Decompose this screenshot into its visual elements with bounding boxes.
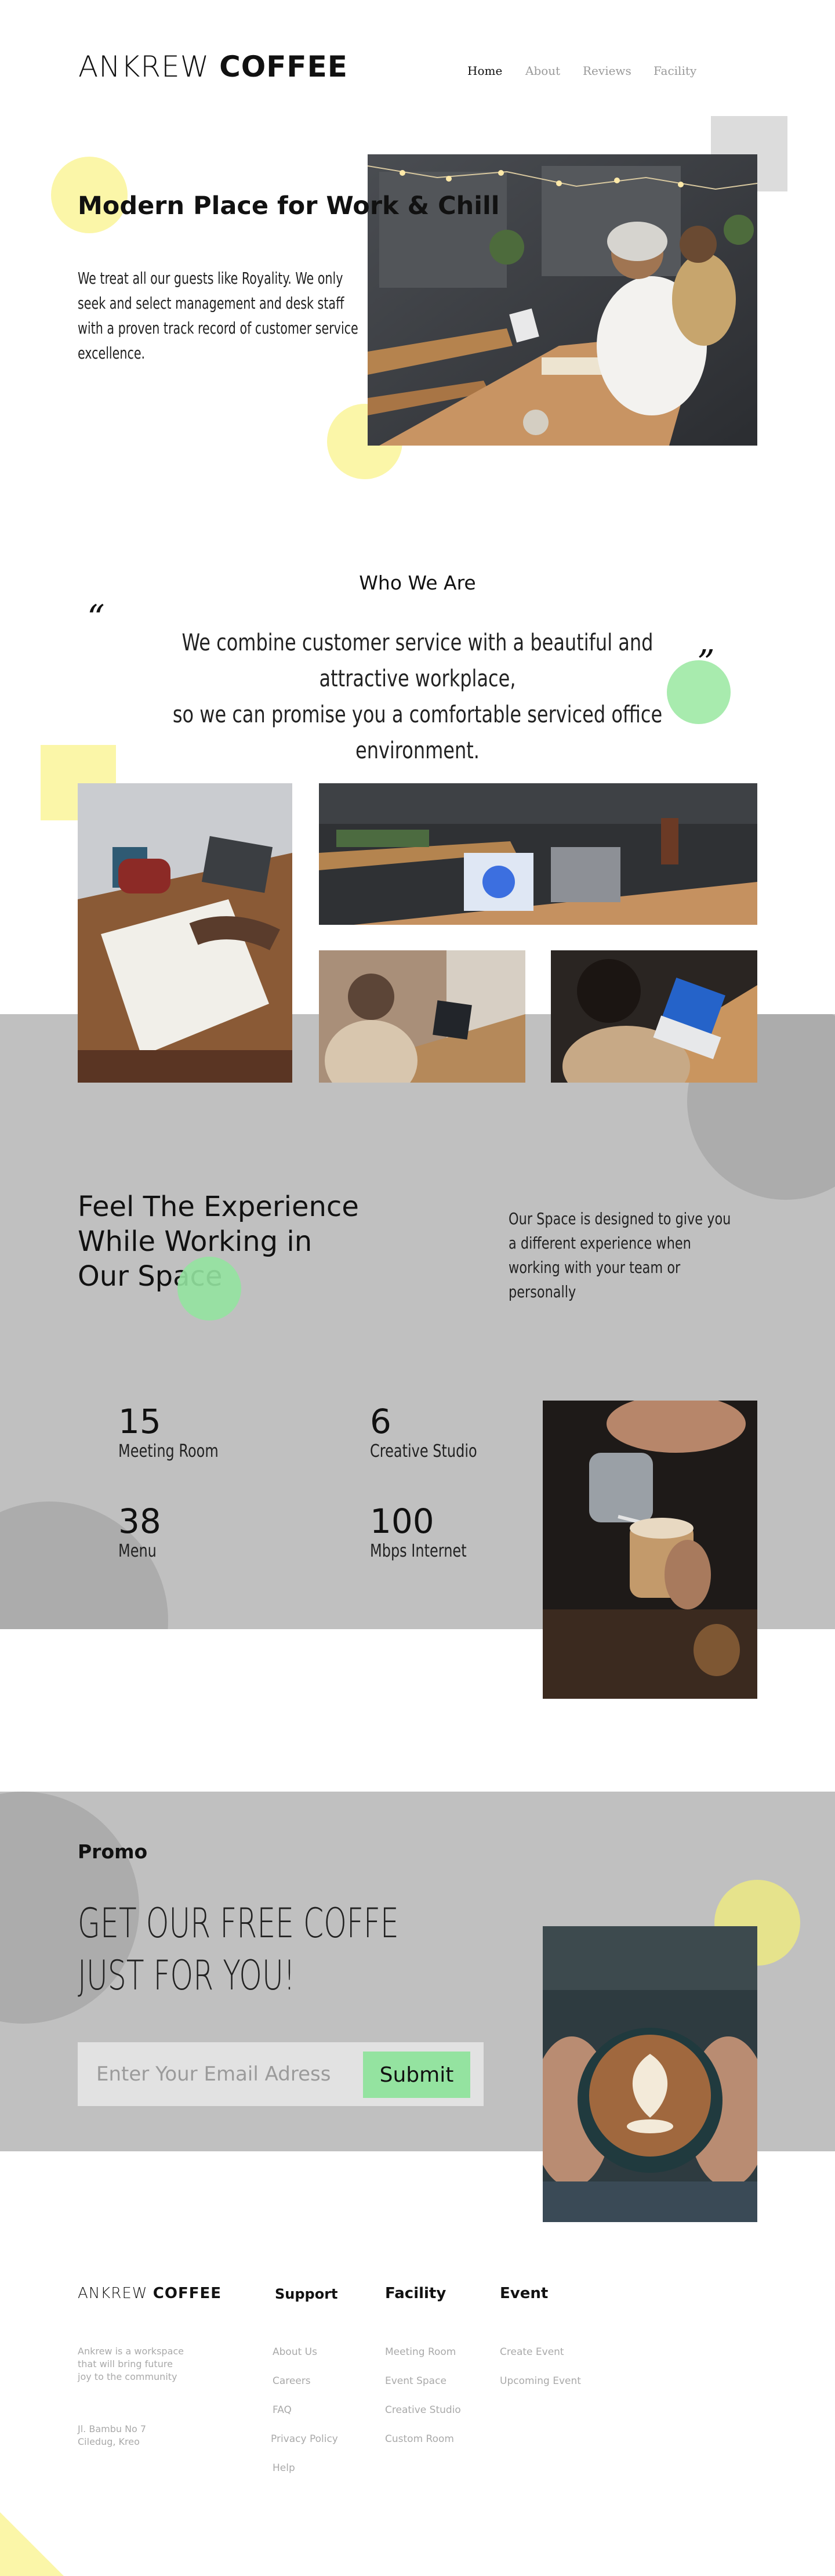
footer-link-careers[interactable]: Careers: [273, 2375, 311, 2387]
gallery-image-2: [319, 783, 757, 925]
footer-facility-title: Facility: [385, 2285, 446, 2302]
quote-line-1: We combine customer service with a beaut…: [181, 629, 654, 692]
drawing-desk-illustration: [78, 783, 292, 1083]
footer-address: Jl. Bambu No 7 Ciledug, Kreo: [78, 2423, 146, 2448]
section-title-who-we-are: Who We Are: [359, 571, 476, 594]
stat-value: 15: [118, 1402, 161, 1441]
nav-facility[interactable]: Facility: [654, 64, 696, 78]
man-laptop-illustration: [319, 950, 525, 1083]
footer-link-help[interactable]: Help: [273, 2462, 295, 2474]
footer-logo[interactable]: ANKREW COFFEE: [78, 2285, 222, 2302]
close-quote-mark: ”: [697, 643, 715, 683]
decor-green-circle-feel: [177, 1257, 241, 1320]
nav-about[interactable]: About: [525, 64, 560, 78]
footer-link-privacy-policy[interactable]: Privacy Policy: [271, 2433, 338, 2445]
footer-link-meeting-room[interactable]: Meeting Room: [385, 2346, 456, 2358]
quote-line-2: so we can promise you a comfortable serv…: [172, 701, 663, 764]
stat-value: 6: [370, 1402, 391, 1441]
gallery-image-3: [319, 950, 525, 1083]
feel-title-line-2: While Working in: [78, 1225, 313, 1258]
footer-event-title: Event: [500, 2285, 549, 2302]
stat-value: 38: [118, 1502, 161, 1541]
stat-value: 100: [370, 1502, 434, 1541]
footer-logo-bold: COFFEE: [153, 2285, 222, 2302]
gallery-image-1: [78, 783, 292, 1083]
laptops-illustration: [319, 783, 757, 925]
stat-menu: 38 Menu: [118, 1502, 166, 1561]
footer-link-custom-room[interactable]: Custom Room: [385, 2433, 454, 2445]
submit-button[interactable]: Submit: [363, 2052, 470, 2098]
promo-title: GET OUR FREE COFFE JUST FOR YOU!: [78, 1897, 399, 2002]
email-subscribe-form: Submit: [78, 2042, 484, 2106]
woman-tablet-illustration: [551, 950, 757, 1083]
barista-illustration: [543, 1401, 757, 1699]
feel-title-line-1: Feel The Experience: [78, 1191, 359, 1223]
logo-light-text: ANKREW: [78, 50, 210, 84]
footer-link-creative-studio[interactable]: Creative Studio: [385, 2404, 461, 2416]
logo-bold-text: COFFEE: [219, 50, 348, 84]
footer-address-line-1: Jl. Bambu No 7: [78, 2423, 147, 2434]
stat-internet: 100 Mbps Internet: [370, 1502, 491, 1561]
hero-description: We treat all our guests like Royality. W…: [78, 269, 358, 363]
nav-reviews[interactable]: Reviews: [583, 64, 631, 78]
email-input[interactable]: [96, 2058, 351, 2090]
stat-label: Mbps Internet: [370, 1541, 467, 1561]
footer-about: Ankrew is a workspace that will bring fu…: [78, 2345, 184, 2383]
hero-title: Modern Place for Work & Chill: [78, 191, 500, 220]
stat-label: Meeting Room: [118, 1441, 219, 1461]
nav-home[interactable]: Home: [467, 64, 502, 78]
stat-label: Creative Studio: [370, 1441, 477, 1461]
footer-link-create-event[interactable]: Create Event: [500, 2346, 564, 2358]
logo[interactable]: ANKREW COFFEE: [78, 50, 348, 84]
footer-link-about-us[interactable]: About Us: [273, 2346, 317, 2358]
gallery-image-4: [551, 950, 757, 1083]
mission-quote: We combine customer service with a beaut…: [153, 625, 682, 769]
stat-creative-studio: 6 Creative Studio: [370, 1402, 504, 1461]
footer-about-line-1: Ankrew is a workspace: [78, 2346, 184, 2357]
footer-link-upcoming-event[interactable]: Upcoming Event: [500, 2375, 581, 2387]
decor-yellow-corner-triangle: [0, 2512, 64, 2576]
footer-about-line-3: joy to the community: [78, 2371, 177, 2382]
latte-illustration: [543, 1926, 757, 2222]
latte-image: [543, 1926, 757, 2222]
footer-about-line-2: that will bring future: [78, 2358, 173, 2369]
footer-link-faq[interactable]: FAQ: [273, 2404, 292, 2416]
footer-support-title: Support: [275, 2286, 338, 2302]
promo-title-line-2: JUST FOR YOU!: [78, 1952, 296, 1999]
open-quote-mark: “: [87, 598, 105, 638]
promo-title-line-1: GET OUR FREE COFFE: [78, 1900, 399, 1947]
footer-link-event-space[interactable]: Event Space: [385, 2375, 446, 2387]
footer-address-line-2: Ciledug, Kreo: [78, 2436, 140, 2447]
feel-description: Our Space is designed to give you a diff…: [509, 1209, 731, 1301]
promo-label: Promo: [78, 1840, 148, 1863]
barista-image: [543, 1401, 757, 1699]
footer-logo-light: ANKREW: [78, 2285, 148, 2302]
stat-meeting-room: 15 Meeting Room: [118, 1402, 244, 1461]
stat-label: Menu: [118, 1541, 157, 1561]
